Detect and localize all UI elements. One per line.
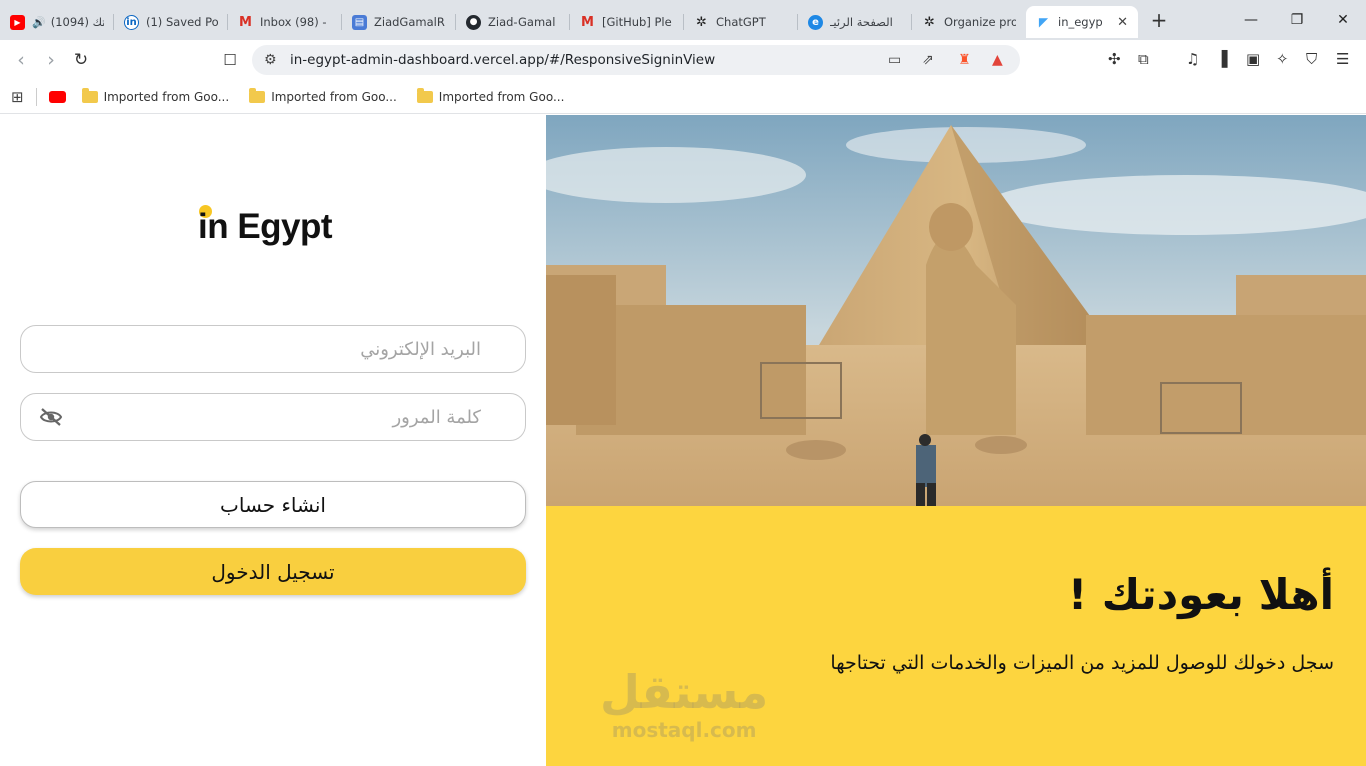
tab-label: (1094) تك [50, 15, 104, 29]
bookmark-folder[interactable]: Imported from Goo... [249, 87, 397, 104]
tab-label: الصفحة الرئيـ [830, 15, 893, 29]
visibility-off-icon[interactable] [39, 407, 63, 427]
tab-gmail-github[interactable]: M [GitHub] Ple [570, 6, 684, 38]
bookmark-folder[interactable]: Imported from Goo... [81, 87, 230, 104]
folder-icon [249, 87, 266, 103]
audio-icon[interactable]: 🔊 [32, 16, 46, 29]
chatgpt-icon: ✲ [924, 14, 935, 30]
share-icon[interactable]: ⇗ [922, 52, 934, 68]
tab-label: in_egyp [1058, 15, 1103, 29]
signin-panel: in Egypt انشاء حساب تسجيل الدخول [0, 115, 546, 766]
watermark: مستقل mostaql.com [600, 666, 768, 742]
linkedin-icon: in [124, 14, 139, 30]
brave-shield-icon[interactable]: ♜ [958, 52, 971, 68]
site-settings-icon[interactable]: ⚙ [264, 52, 277, 68]
menu-icon[interactable]: ☰ [1336, 50, 1349, 68]
gmail-icon: M [581, 14, 594, 30]
pyramids-photo [546, 115, 1366, 506]
bookmark-label: Imported from Goo... [271, 89, 397, 104]
tab-label: ChatGPT [716, 15, 766, 29]
tab-label: Ziad-Gamal [488, 15, 556, 29]
sidebar-icon[interactable]: ▐ [1216, 50, 1228, 68]
tab-document[interactable]: ▤ ZiadGamalR [342, 6, 456, 38]
browser-toolbar: ‹ › ↻ ☐ ⚙ in-egypt-admin-dashboard.verce… [0, 40, 1366, 80]
tab-github[interactable]: ● Ziad-Gamal [456, 6, 570, 38]
watermark-arabic: مستقل [600, 665, 769, 719]
tab-label: (1) Saved Po [146, 15, 218, 29]
chatgpt-icon: ✲ [696, 14, 707, 30]
page-content: in Egypt انشاء حساب تسجيل الدخول [0, 115, 1366, 766]
minimize-button[interactable]: — [1228, 0, 1274, 40]
restore-button[interactable]: ❐ [1274, 0, 1320, 40]
tab-gmail-inbox[interactable]: M Inbox (98) - [228, 6, 342, 38]
bookmark-folder[interactable]: Imported from Goo... [416, 87, 565, 104]
email-input[interactable] [21, 326, 525, 372]
tab-label: Organize pro [944, 15, 1016, 29]
welcome-section: أهلا بعودتك ! سجل دخولك للوصول للمزيد من… [546, 506, 1366, 766]
reading-mode-icon[interactable]: ⧉ [1138, 50, 1149, 68]
tab-youtube[interactable]: ▶ 🔊 (1094) تك [0, 6, 114, 38]
welcome-panel: أهلا بعودتك ! سجل دخولك للوصول للمزيد من… [546, 115, 1366, 766]
document-icon: ▤ [352, 14, 367, 30]
tab-in-egypt[interactable]: ◤ in_egyp ✕ [1026, 6, 1138, 38]
create-account-button[interactable]: انشاء حساب [20, 481, 526, 528]
site-icon: e [808, 14, 823, 30]
password-input[interactable] [21, 394, 525, 440]
logo: in Egypt [198, 207, 333, 246]
gmail-icon: M [239, 14, 252, 30]
forward-button[interactable]: › [36, 49, 66, 71]
folder-icon [416, 87, 433, 103]
url-text[interactable]: in-egypt-admin-dashboard.vercel.app/#/Re… [290, 52, 715, 68]
brave-rewards-icon[interactable]: ▲ [992, 52, 1003, 68]
extensions-icon[interactable]: ✣ [1108, 50, 1121, 68]
reload-button[interactable]: ↻ [66, 50, 96, 70]
bookmark-label: Imported from Goo... [103, 89, 230, 104]
vpn-icon[interactable]: ⛉ [1306, 50, 1317, 68]
youtube-icon[interactable] [48, 90, 66, 103]
watermark-latin: mostaql.com [611, 718, 757, 742]
tab-label: Inbox (98) - [260, 15, 327, 29]
tab-strip: ▶ 🔊 (1094) تك in (1) Saved Po M Inbox (9… [0, 0, 1366, 40]
back-button[interactable]: ‹ [6, 49, 36, 71]
tab-homepage[interactable]: e الصفحة الرئيـ [798, 6, 912, 38]
github-icon: ● [466, 14, 481, 30]
tab-label: [GitHub] Ple [602, 15, 672, 29]
tab-linkedin[interactable]: in (1) Saved Po [114, 6, 228, 38]
tab-label: ZiadGamalR [374, 15, 445, 29]
leo-ai-icon[interactable]: ✧ [1276, 50, 1289, 68]
bookmark-label: Imported from Goo... [438, 89, 565, 104]
pyramids-image [546, 115, 1366, 506]
cast-icon[interactable]: ▭ [888, 52, 901, 68]
close-tab-icon[interactable]: ✕ [1117, 15, 1128, 30]
email-field[interactable] [20, 325, 526, 373]
password-field[interactable] [20, 393, 526, 441]
login-button[interactable]: تسجيل الدخول [20, 548, 526, 595]
youtube-icon: ▶ [10, 14, 25, 30]
tab-organize[interactable]: ✲ Organize pro [912, 6, 1026, 38]
close-window-button[interactable]: ✕ [1320, 0, 1366, 40]
apps-icon[interactable]: ⊞ [11, 88, 24, 106]
media-icon[interactable]: ♫ [1186, 50, 1199, 68]
flutter-icon: ◤ [1038, 15, 1049, 29]
welcome-subtitle: سجل دخولك للوصول للمزيد من الميزات والخد… [830, 652, 1334, 674]
tab-chatgpt[interactable]: ✲ ChatGPT [684, 6, 798, 38]
folder-icon [81, 87, 98, 103]
bookmarks-bar: ⊞ Imported from Goo... Imported from Goo… [0, 80, 1366, 114]
welcome-title: أهلا بعودتك ! [1067, 570, 1334, 619]
wallet-icon[interactable]: ▣ [1246, 50, 1260, 68]
address-bar[interactable]: ⚙ in-egypt-admin-dashboard.vercel.app/#/… [252, 45, 1020, 75]
bookmark-icon[interactable]: ☐ [215, 51, 245, 69]
new-tab-button[interactable]: + [1144, 8, 1174, 32]
